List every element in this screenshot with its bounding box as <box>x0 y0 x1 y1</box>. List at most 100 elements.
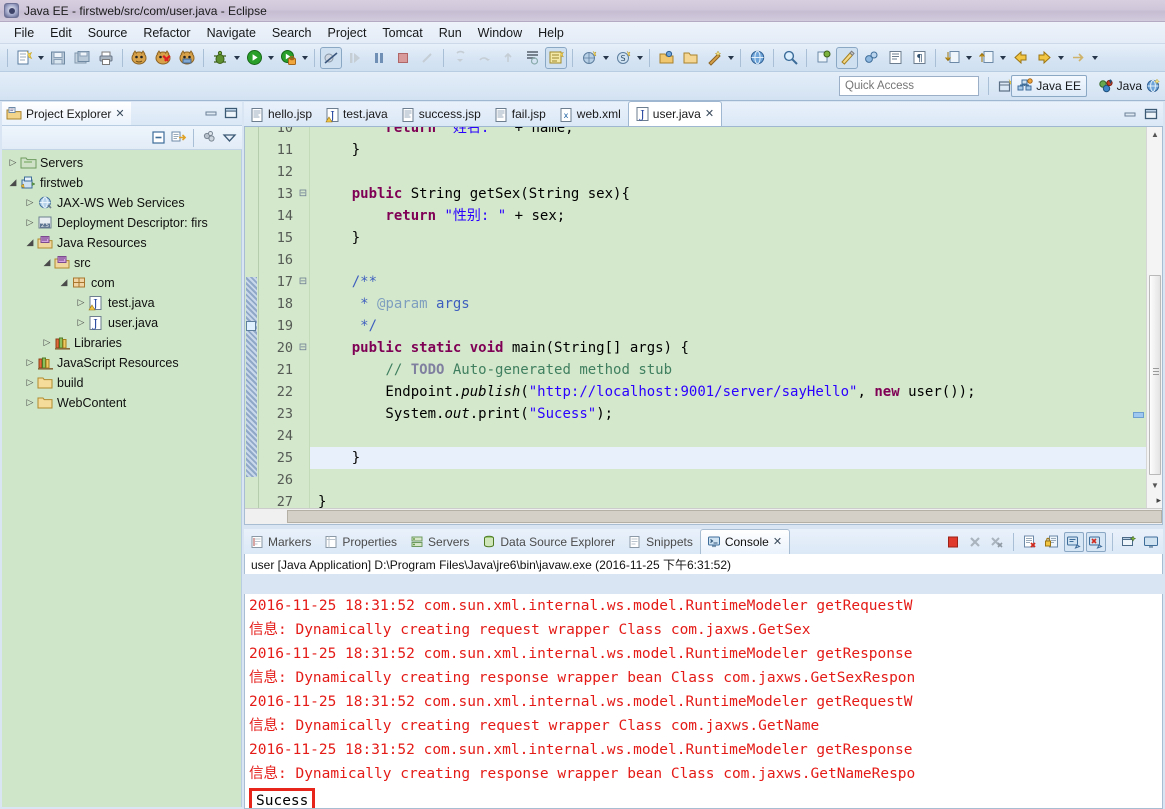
project-tree[interactable]: ▷ Servers ◢ firstweb ▷ JAX-WS Web Services ▷ 2.… <box>2 150 242 807</box>
editor-tab-hello-jsp[interactable]: hello.jsp <box>244 103 319 126</box>
chevron-right-icon[interactable]: ▷ <box>6 158 20 168</box>
editor-hscroll-thumb[interactable] <box>287 510 1162 523</box>
code-line[interactable]: } <box>310 139 1162 161</box>
menu-project[interactable]: Project <box>320 24 375 42</box>
code-line[interactable]: public static void main(String[] args) { <box>310 337 1162 359</box>
step-into-button[interactable] <box>449 47 471 69</box>
tree-item-webcontent[interactable]: ▷ WebContent <box>2 393 241 413</box>
chevron-right-icon[interactable]: ▷ <box>23 358 37 368</box>
editor-scroll-thumb[interactable] <box>1149 275 1161 475</box>
minimize-icon[interactable] <box>1121 105 1139 123</box>
suspend-button[interactable] <box>368 47 390 69</box>
wand-dropdown-icon[interactable] <box>726 48 735 68</box>
forward-navigation-button[interactable] <box>1033 47 1055 69</box>
show-console-on-error-button[interactable] <box>1086 532 1106 552</box>
web-browser-button[interactable] <box>746 47 768 69</box>
tree-item-deployment-descriptor-firs[interactable]: ▷ 2.5 Deployment Descriptor: firs <box>2 213 241 233</box>
remove-launch-button[interactable] <box>965 532 985 552</box>
quick-access-input[interactable] <box>839 76 979 96</box>
search-button[interactable] <box>779 47 801 69</box>
skip-breakpoints-button[interactable] <box>320 46 342 69</box>
close-icon[interactable]: ✕ <box>773 535 782 548</box>
tree-item-java-resources[interactable]: ◢ Java Resources <box>2 233 241 253</box>
tree-item-build[interactable]: ▷ build <box>2 373 241 393</box>
annotation-marker-button[interactable] <box>812 47 834 69</box>
open-folder-button[interactable] <box>679 47 701 69</box>
run-external-tools-button[interactable] <box>277 47 299 69</box>
debug-button[interactable] <box>209 47 231 69</box>
menu-refactor[interactable]: Refactor <box>135 24 198 42</box>
terminate-button[interactable] <box>392 47 414 69</box>
wand-button[interactable] <box>703 47 725 69</box>
tomcat-stop-button[interactable] <box>152 47 174 69</box>
maximize-icon[interactable] <box>1142 105 1160 123</box>
tree-item-firstweb[interactable]: ◢ firstweb <box>2 173 241 193</box>
tomcat-start-button[interactable] <box>128 47 150 69</box>
show-console-on-output-button[interactable] <box>1064 532 1084 552</box>
menu-file[interactable]: File <box>6 24 42 42</box>
panel-tab-markers[interactable]: Markers <box>244 531 318 554</box>
tree-item-test-java[interactable]: ▷ Jtest.java <box>2 293 241 313</box>
chevron-right-icon[interactable]: ▷ <box>23 378 37 388</box>
code-line[interactable] <box>310 249 1162 271</box>
forward-arrow-dropdown-icon[interactable] <box>1090 48 1099 68</box>
chevron-right-icon[interactable]: ▷ <box>40 338 54 348</box>
view-menu-icon[interactable] <box>220 129 238 147</box>
menu-run[interactable]: Run <box>431 24 470 42</box>
folding-ruler[interactable]: ⊟ ⊟ ⊟ <box>297 127 310 508</box>
editor-horizontal-scrollbar[interactable] <box>245 508 1162 524</box>
new-wizard-dropdown-icon[interactable] <box>36 48 45 68</box>
menu-navigate[interactable]: Navigate <box>199 24 264 42</box>
breakpoint-marker[interactable] <box>246 321 256 331</box>
tomcat-restart-button[interactable] <box>176 47 198 69</box>
tree-item-jax-ws-web-services[interactable]: ▷ JAX-WS Web Services <box>2 193 241 213</box>
tree-item-servers[interactable]: ▷ Servers <box>2 153 241 173</box>
menu-tomcat[interactable]: Tomcat <box>374 24 430 42</box>
chevron-down-icon[interactable]: ◢ <box>23 238 37 248</box>
tab-project-explorer[interactable]: Project Explorer ✕ <box>2 102 131 125</box>
next-annotation-button[interactable] <box>941 47 963 69</box>
code-line[interactable]: Endpoint.publish("http://localhost:9001/… <box>310 381 1162 403</box>
step-return-button[interactable] <box>497 47 519 69</box>
perspective-java-ee[interactable]: Java EE <box>1011 75 1087 97</box>
pilcrow-button[interactable]: ¶ <box>908 47 930 69</box>
code-line[interactable]: * @param args <box>310 293 1162 315</box>
scroll-up-arrow-icon[interactable]: ▲ <box>1151 130 1159 139</box>
chevron-down-icon[interactable]: ◢ <box>57 278 71 288</box>
external-tools-dropdown-icon[interactable] <box>300 48 309 68</box>
code-line[interactable]: public String getSex(String sex){ <box>310 183 1162 205</box>
fold-toggle-icon[interactable]: ⊟ <box>297 183 309 205</box>
previous-annotation-dropdown-icon[interactable] <box>998 48 1007 68</box>
code-line[interactable]: */ <box>310 315 1162 337</box>
menu-help[interactable]: Help <box>530 24 572 42</box>
menu-window[interactable]: Window <box>470 24 530 42</box>
new-package-button[interactable] <box>578 47 600 69</box>
save-button[interactable] <box>47 47 69 69</box>
panel-tab-servers[interactable]: Servers <box>404 531 476 554</box>
chevron-down-icon[interactable]: ◢ <box>40 258 54 268</box>
close-icon[interactable]: ✕ <box>705 107 714 120</box>
tree-item-javascript-resources[interactable]: ▷ JavaScript Resources <box>2 353 241 373</box>
new-package-dropdown-icon[interactable] <box>601 48 610 68</box>
run-button[interactable] <box>243 47 265 69</box>
editor-tab-user-java[interactable]: Juser.java ✕ <box>627 101 723 126</box>
print-button[interactable] <box>95 47 117 69</box>
code-line[interactable]: // TODO Auto-generated method stub <box>310 359 1162 381</box>
clear-console-button[interactable] <box>1020 532 1040 552</box>
maximize-icon[interactable] <box>222 104 240 122</box>
editor-tab-fail-jsp[interactable]: fail.jsp <box>488 103 553 126</box>
panel-tab-data-source-explorer[interactable]: Data Source Explorer <box>476 531 622 554</box>
remove-all-launches-button[interactable] <box>987 532 1007 552</box>
tree-item-user-java[interactable]: ▷ Juser.java <box>2 313 241 333</box>
annotation-ruler[interactable] <box>245 127 259 508</box>
fold-toggle-icon[interactable]: ⊟ <box>297 271 309 293</box>
chevron-right-icon[interactable]: ▷ <box>74 298 88 308</box>
step-over-button[interactable] <box>473 47 495 69</box>
editor-vertical-scrollbar[interactable]: ▲ ▼ ▸ <box>1146 127 1162 508</box>
open-console-button[interactable] <box>1119 532 1139 552</box>
debug-dropdown-icon[interactable] <box>232 48 241 68</box>
toggle-mark-occurrences-button[interactable] <box>836 46 858 69</box>
terminate-button[interactable] <box>943 532 963 552</box>
next-annotation-dropdown-icon[interactable] <box>964 48 973 68</box>
panel-tab-snippets[interactable]: Snippets <box>622 531 700 554</box>
